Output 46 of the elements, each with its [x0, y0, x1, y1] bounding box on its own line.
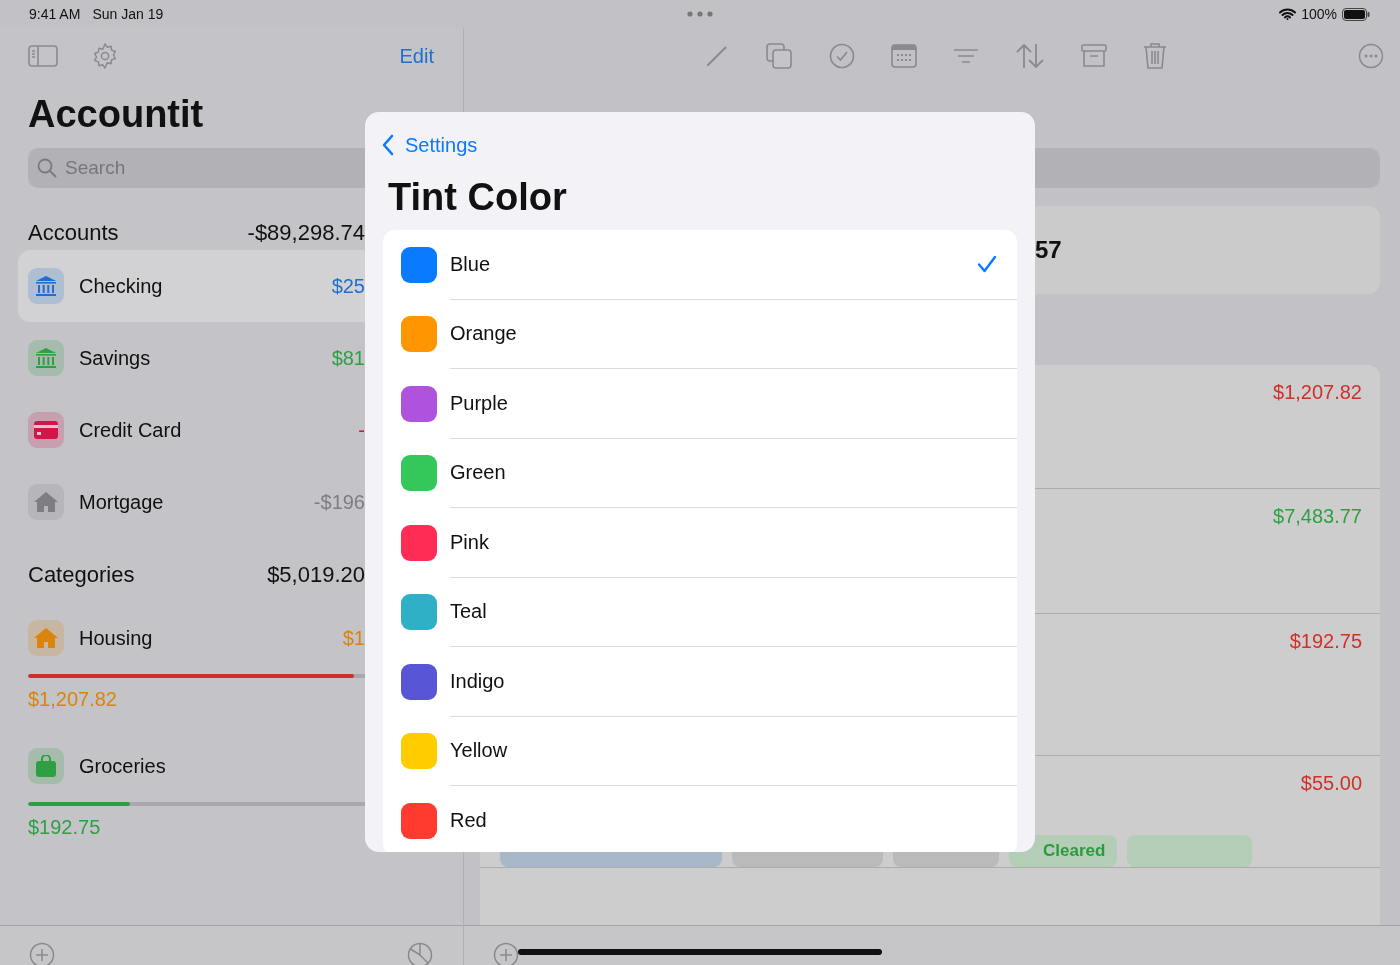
color-name: Blue: [450, 252, 491, 276]
account-row[interactable]: Credit Card -: [18, 394, 365, 466]
color-name: Red: [450, 809, 487, 833]
color-name: Yellow: [450, 739, 508, 763]
section-total: $5,019.20: [267, 562, 365, 588]
account-row[interactable]: Checking $25: [18, 250, 365, 322]
color-name: Orange: [450, 322, 517, 346]
account-name: Credit Card: [79, 418, 183, 442]
transaction-amount: $55.00: [1300, 772, 1362, 795]
color-name: Pink: [450, 530, 489, 554]
account-balance: -: [358, 418, 365, 442]
account-balance: $81: [331, 346, 365, 370]
color-option[interactable]: Pink: [383, 508, 1017, 578]
battery-percent: 100%: [1301, 6, 1337, 22]
section-total: -$89,298.74: [247, 220, 365, 246]
section-title: Categories: [28, 562, 135, 588]
color-option[interactable]: Teal: [383, 577, 1017, 647]
color-option[interactable]: Indigo: [383, 647, 1017, 717]
account-name: Checking: [79, 274, 164, 298]
account-name: Savings: [79, 346, 152, 370]
account-balance: -$196: [313, 490, 365, 514]
status-date: Sun Jan 19: [92, 6, 164, 22]
color-name: Purple: [450, 391, 508, 415]
color-name: Green: [450, 461, 506, 485]
account-balance: $25: [331, 274, 365, 298]
transaction-amount: $7,483.77: [1273, 505, 1362, 528]
transaction-amount: $192.75: [1289, 630, 1362, 653]
transaction-amount: $1,207.82: [1273, 381, 1362, 404]
status-time: 9:41 AM: [29, 6, 81, 22]
color-option[interactable]: Purple: [383, 369, 1017, 439]
color-option[interactable]: Blue: [383, 230, 1017, 300]
account-row[interactable]: Savings $81: [18, 322, 365, 394]
color-name: Indigo: [450, 669, 505, 693]
balance-amount: 57: [1035, 236, 1062, 264]
category-spent: $1,207.82: [28, 687, 118, 712]
account-name: Mortgage: [79, 490, 165, 514]
color-option[interactable]: Yellow: [383, 716, 1017, 786]
color-name: Teal: [450, 600, 487, 624]
category-name: Housing: [79, 626, 154, 650]
color-option[interactable]: Orange: [383, 299, 1017, 369]
app-title: Accountit: [28, 92, 205, 137]
color-option[interactable]: Green: [383, 438, 1017, 508]
category-amount: $1: [342, 626, 365, 650]
account-row[interactable]: Mortgage -$196: [18, 466, 365, 538]
section-title: Accounts: [28, 220, 119, 246]
category-name: Groceries: [79, 754, 167, 778]
